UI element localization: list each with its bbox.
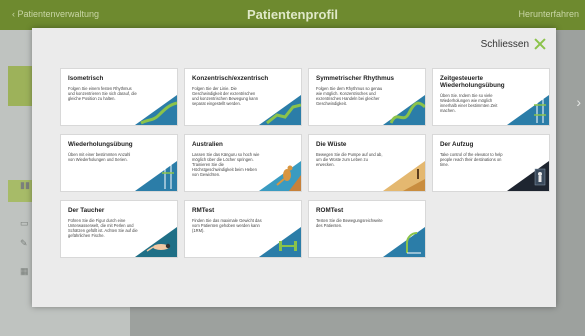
tile-title: Die Wüste: [316, 141, 347, 148]
tile-title: Australien: [192, 141, 223, 148]
tile-title: Symmetrischer Rhythmus: [316, 75, 395, 82]
tile-title: Isometrisch: [68, 75, 104, 82]
diver-icon: [135, 227, 177, 257]
exercise-selection-dialog: Schliessen Isometrisch Folgen Sie einem …: [32, 28, 556, 307]
green-path-icon: [135, 95, 177, 125]
tile-timed-repetition[interactable]: Zeitgesteuerte Wiederholungsübung Üben S…: [432, 68, 550, 126]
tile-description: Take control of the elevator to help peo…: [440, 152, 503, 168]
desert-icon: [383, 161, 425, 191]
tile-description: Lassen Sie das Känguru so hoch wie mögli…: [192, 152, 260, 178]
tile-description: Üben mit einer bestimmten Anzahl von Wie…: [68, 152, 131, 163]
tile-symmetric-rhythm[interactable]: Symmetrischer Rhythmus Folgen Sie dem Rh…: [308, 68, 426, 126]
chart-icon: ▮▮: [20, 180, 30, 190]
tile-description: Testen Sie die Bewegungsreichweite des P…: [316, 218, 383, 229]
page-title: Patientenprofil: [246, 7, 338, 22]
close-label: Schliessen: [480, 38, 529, 50]
tile-rmtest[interactable]: RMTest Finden Sie das maximale Gewicht d…: [184, 200, 302, 258]
tile-description: Folgen Sie dem Rhythmus so genau wie mög…: [316, 86, 383, 107]
tile-diver[interactable]: Der Taucher Führen Sie die Figur durch e…: [60, 200, 178, 258]
calendar-icon: ▦: [20, 266, 29, 276]
tile-isometric[interactable]: Isometrisch Folgen Sie einem festen Rhyt…: [60, 68, 178, 126]
elevator-icon: [507, 161, 549, 191]
tile-description: Bewegen Sie die Pumpe auf und ab, um die…: [316, 152, 383, 168]
range-of-motion-icon: [383, 227, 425, 257]
repetition-bars-icon: [135, 161, 177, 191]
tile-description: Folgen Sie der Linie. Die Geschwindigkei…: [192, 86, 259, 107]
tile-description: Finden Sie das maximale Gewicht das vom …: [192, 218, 262, 234]
tile-description: Führen Sie die Figur durch eine Unterwas…: [68, 218, 138, 239]
tile-title: RMTest: [192, 207, 215, 214]
chevron-right-icon[interactable]: ›: [576, 94, 581, 110]
tile-description: Üben Sie. Indem Sie so viele Wiederholun…: [440, 93, 498, 114]
tile-repetition[interactable]: Wiederholungsübung Üben mit einer bestim…: [60, 134, 178, 192]
tile-title: Zeitgesteuerte Wiederholungsübung: [440, 75, 505, 90]
app-header: ‹ Patientenverwaltung Patientenprofil He…: [0, 0, 585, 30]
tile-australia[interactable]: Australien Lassen Sie das Känguru so hoc…: [184, 134, 302, 192]
tile-title: ROMTest: [316, 207, 344, 214]
close-icon: [534, 38, 546, 50]
tile-title: Wiederholungsübung: [68, 141, 133, 148]
green-path-icon: [259, 95, 301, 125]
close-button[interactable]: Schliessen: [481, 38, 546, 50]
timer-bars-icon: [507, 95, 549, 125]
tile-title: Der Aufzug: [440, 141, 474, 148]
edit-icon: ✎: [20, 238, 28, 248]
shutdown-link[interactable]: Herunterfahren: [518, 9, 579, 19]
document-icon: ▭: [20, 218, 29, 228]
tile-description: Folgen Sie einem festen Rhythmus und kon…: [68, 86, 137, 102]
tile-elevator[interactable]: Der Aufzug Take control of the elevator …: [432, 134, 550, 192]
tile-title: Der Taucher: [68, 207, 105, 214]
tile-romtest[interactable]: ROMTest Testen Sie die Bewegungsreichwei…: [308, 200, 426, 258]
tile-title: Konzentrisch/exzentrisch: [192, 75, 269, 82]
dumbbell-icon: [259, 227, 301, 257]
tile-concentric-eccentric[interactable]: Konzentrisch/exzentrisch Folgen Sie der …: [184, 68, 302, 126]
green-wave-icon: [383, 95, 425, 125]
tile-desert[interactable]: Die Wüste Bewegen Sie die Pumpe auf und …: [308, 134, 426, 192]
kangaroo-icon: [259, 161, 301, 191]
